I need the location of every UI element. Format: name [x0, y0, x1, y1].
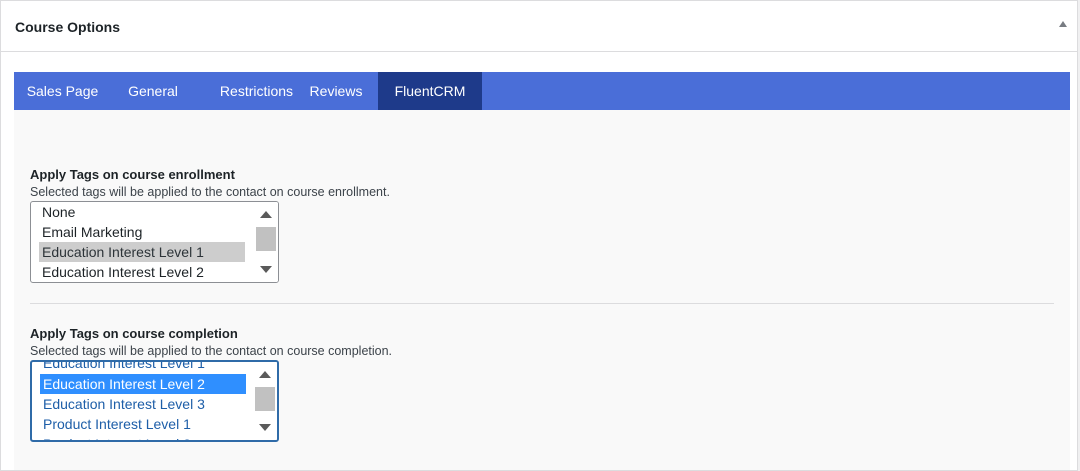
completion-tags-title: Apply Tags on course completion — [30, 326, 238, 341]
metabox-title: Course Options — [15, 19, 121, 35]
scroll-up-arrow-icon[interactable] — [260, 211, 272, 218]
completion-listbox-scrollbar[interactable] — [253, 362, 277, 440]
completion-tags-listbox[interactable]: Education Interest Level 1 Education Int… — [30, 360, 279, 442]
enrollment-tags-listbox[interactable]: None Email Marketing Education Interest … — [30, 201, 279, 283]
scroll-up-arrow-icon[interactable] — [259, 371, 271, 378]
tab-fluentcrm[interactable]: FluentCRM — [378, 72, 482, 110]
tab-bar: Sales Page General Restrictions Reviews … — [14, 72, 1070, 110]
enrollment-option-education-interest-level-1[interactable]: Education Interest Level 1 — [39, 242, 245, 262]
completion-option-education-interest-level-3[interactable]: Education Interest Level 3 — [40, 394, 246, 414]
enrollment-tags-description: Selected tags will be applied to the con… — [30, 185, 390, 199]
tab-reviews[interactable]: Reviews — [297, 72, 375, 110]
collapse-arrow-icon[interactable] — [1059, 21, 1067, 27]
completion-option-product-interest-level-1[interactable]: Product Interest Level 1 — [40, 414, 246, 434]
section-divider — [30, 303, 1054, 304]
completion-option-education-interest-level-2[interactable]: Education Interest Level 2 — [40, 374, 246, 394]
metabox-header[interactable]: Course Options — [1, 1, 1077, 52]
tab-sales-page[interactable]: Sales Page — [14, 72, 111, 110]
course-options-metabox: Course Options Sales Page General Restri… — [0, 0, 1078, 471]
enrollment-listbox-scrollbar[interactable] — [254, 202, 278, 282]
scroll-down-arrow-icon[interactable] — [259, 424, 271, 431]
enrollment-tags-title: Apply Tags on course enrollment — [30, 167, 235, 182]
completion-tags-description: Selected tags will be applied to the con… — [30, 344, 393, 358]
scrollbar-thumb[interactable] — [255, 387, 275, 411]
completion-option-product-interest-level-2[interactable]: Product Interest Level 2 — [40, 434, 246, 440]
scroll-down-arrow-icon[interactable] — [260, 266, 272, 273]
metabox-inside: Sales Page General Restrictions Reviews … — [14, 72, 1070, 470]
scrollbar-thumb[interactable] — [256, 227, 276, 251]
completion-option-education-interest-level-1[interactable]: Education Interest Level 1 — [40, 362, 246, 373]
tab-general[interactable]: General — [111, 72, 195, 110]
enrollment-option-none[interactable]: None — [39, 202, 245, 222]
enrollment-option-education-interest-level-2[interactable]: Education Interest Level 2 — [39, 262, 245, 282]
enrollment-option-email-marketing[interactable]: Email Marketing — [39, 222, 245, 242]
